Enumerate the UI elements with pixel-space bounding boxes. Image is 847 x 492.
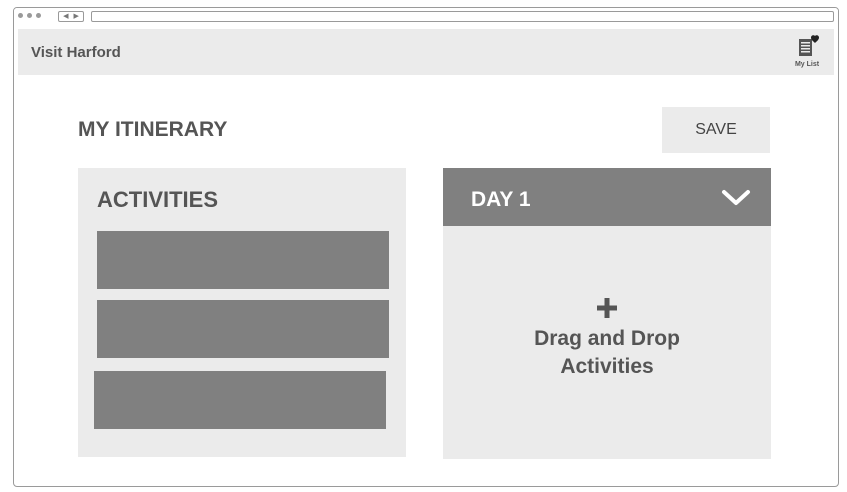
minimize-dot[interactable] (27, 13, 32, 18)
save-button[interactable]: SAVE (662, 107, 770, 153)
day-header-toggle[interactable]: DAY 1 (443, 168, 771, 226)
activities-panel: ACTIVITIES (78, 168, 406, 457)
url-bar[interactable] (91, 11, 834, 22)
list-heart-icon (799, 35, 819, 56)
day-title: DAY 1 (471, 188, 531, 211)
browser-window: ◀ ▶ Visit Harford My List MY ITINERARY S… (13, 7, 839, 487)
plus-icon (597, 297, 617, 318)
nav-buttons: ◀ ▶ (58, 11, 84, 22)
chevron-down-icon[interactable] (721, 188, 751, 208)
browser-chrome: ◀ ▶ (14, 8, 838, 26)
close-dot[interactable] (18, 13, 23, 18)
back-arrow-icon[interactable]: ◀ (63, 12, 68, 21)
maximize-dot[interactable] (36, 13, 41, 18)
activities-title: ACTIVITIES (97, 187, 219, 212)
activity-card[interactable] (97, 300, 389, 358)
page-title: MY ITINERARY (78, 118, 228, 141)
activity-drop-zone[interactable]: Drag and Drop Activities (443, 226, 771, 459)
day-panel: DAY 1 Drag and Drop Activities (443, 168, 771, 459)
window-controls (18, 13, 41, 18)
app-header: Visit Harford My List (18, 29, 834, 75)
my-list-label: My List (794, 61, 820, 68)
activity-card[interactable] (97, 231, 389, 289)
drop-zone-text: Drag and Drop Activities (534, 326, 680, 378)
forward-arrow-icon[interactable]: ▶ (74, 12, 79, 21)
activity-card[interactable] (94, 371, 386, 429)
site-brand[interactable]: Visit Harford (31, 44, 121, 61)
my-list-button[interactable]: My List (790, 34, 824, 72)
